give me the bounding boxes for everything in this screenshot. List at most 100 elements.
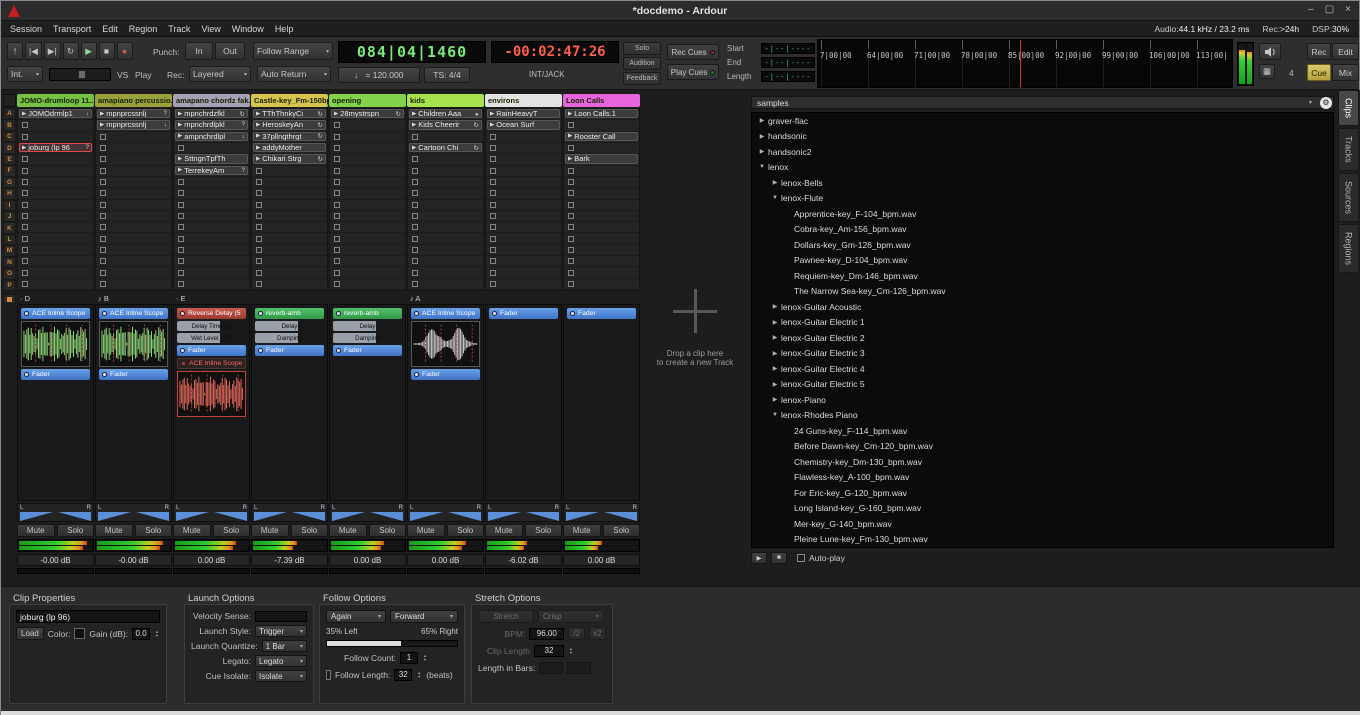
slot-stop-button[interactable] xyxy=(178,190,184,196)
sample-folder[interactable]: ▼lenox-Rhodes Piano xyxy=(752,408,1333,424)
minimize-button[interactable]: – xyxy=(1308,4,1314,15)
slot-stop-button[interactable] xyxy=(22,270,28,276)
clip-slot[interactable] xyxy=(486,245,561,256)
clip-slot[interactable] xyxy=(330,120,405,131)
clip[interactable]: ▶RainHeavyT xyxy=(487,109,560,118)
clip-play-icon[interactable]: ▶ xyxy=(256,133,260,139)
clip-slot[interactable] xyxy=(486,200,561,211)
clip-name-field[interactable]: joburg (lp 96) xyxy=(16,610,160,623)
sample-file[interactable]: The Narrow Sea-key_Cm-126_bpm.wav xyxy=(752,284,1333,300)
clip[interactable]: ▶Bark xyxy=(565,154,638,163)
slot-stop-button[interactable] xyxy=(256,281,262,287)
clip-slot[interactable] xyxy=(252,267,327,278)
fader-processor[interactable]: Fader xyxy=(411,369,480,380)
clip-slot[interactable] xyxy=(564,143,639,154)
clip-play-icon[interactable]: ▶ xyxy=(22,111,26,117)
bpm-input[interactable]: 96.00 xyxy=(529,628,564,640)
sample-folder[interactable]: ▶handsonic2 xyxy=(752,144,1333,160)
slot-stop-button[interactable] xyxy=(100,258,106,264)
clip-slot[interactable]: ▶RainHeavyT xyxy=(486,109,561,120)
slot-stop-button[interactable] xyxy=(100,179,106,185)
gain-display[interactable]: -7.39 dB xyxy=(251,554,328,566)
clip-slot[interactable] xyxy=(486,177,561,188)
clip-slot[interactable]: ▶HeroskeyAn↻ xyxy=(252,120,327,131)
clip-slot[interactable] xyxy=(96,245,171,256)
slot-stop-button[interactable] xyxy=(22,236,28,242)
clip[interactable]: ▶HeroskeyAn↻ xyxy=(253,120,326,129)
solo-button[interactable]: Solo xyxy=(57,524,95,537)
sample-file[interactable]: Dollars-key_Gm-126_bpm.wav xyxy=(752,237,1333,253)
slot-stop-button[interactable] xyxy=(490,134,496,140)
plugin-processor[interactable]: ACE Inline Scope xyxy=(177,358,246,369)
track-header[interactable]: Loon Calls xyxy=(563,94,640,107)
mute-button[interactable]: Mute xyxy=(251,524,289,537)
clip[interactable]: ▶Cartoon Chi↻ xyxy=(409,143,482,152)
follow-count-input[interactable]: 1 xyxy=(400,652,418,664)
slot-stop-button[interactable] xyxy=(100,202,106,208)
clip[interactable]: ▶mpnchrdzfkl↻ xyxy=(175,109,248,118)
fader-processor[interactable]: Fader xyxy=(177,345,246,356)
slot-stop-button[interactable] xyxy=(256,179,262,185)
feedback-indicator-button[interactable]: Feedback xyxy=(623,72,661,85)
slot-stop-button[interactable] xyxy=(334,168,340,174)
chevron-right-icon[interactable]: ▶ xyxy=(769,334,781,341)
timeline-ruler[interactable]: 7|00|0064|00|0071|00|0078|00|0085|00|009… xyxy=(817,39,1233,88)
gain-spinner[interactable] xyxy=(154,630,160,638)
mute-button[interactable]: Mute xyxy=(95,524,133,537)
clip[interactable]: ▶ampnchrdlpl↓ xyxy=(175,132,248,141)
clip-slot[interactable] xyxy=(564,177,639,188)
slot-stop-button[interactable] xyxy=(178,213,184,219)
menu-session[interactable]: Session xyxy=(5,23,47,35)
clip-play-icon[interactable]: ▶ xyxy=(100,111,104,117)
clip-slot[interactable] xyxy=(18,211,93,222)
clip-slot[interactable] xyxy=(564,188,639,199)
meter-options-button[interactable]: ▦ xyxy=(1259,64,1275,79)
clip-slot[interactable] xyxy=(330,188,405,199)
sample-file[interactable]: Pleine Lune-key_Fm-130_bpm.wav xyxy=(752,532,1333,548)
slot-stop-button[interactable] xyxy=(412,247,418,253)
crisp-dropdown[interactable]: Crisp xyxy=(538,610,604,623)
follow-left-dropdown[interactable]: Again xyxy=(326,610,386,623)
record-mode-dropdown[interactable]: Layered xyxy=(189,66,251,82)
slot-stop-button[interactable] xyxy=(100,213,106,219)
clip-slot[interactable] xyxy=(408,132,483,143)
clip-slot[interactable] xyxy=(18,279,93,290)
slot-stop-button[interactable] xyxy=(568,247,574,253)
clip-slot[interactable] xyxy=(330,166,405,177)
time-signature-button[interactable]: TS: 4/4 xyxy=(424,67,470,83)
mute-button[interactable]: Mute xyxy=(407,524,445,537)
gain-display[interactable]: 0.00 dB xyxy=(329,554,406,566)
menu-help[interactable]: Help xyxy=(270,23,299,35)
menu-window[interactable]: Window xyxy=(227,23,269,35)
slot-stop-button[interactable] xyxy=(568,258,574,264)
autoplay-checkbox[interactable] xyxy=(797,554,805,562)
clip-slot[interactable] xyxy=(96,177,171,188)
fader-processor[interactable]: Fader xyxy=(567,308,636,319)
sample-file[interactable]: Before Dawn-key_Cm-120_bpm.wav xyxy=(752,439,1333,455)
mute-button[interactable]: Mute xyxy=(563,524,601,537)
audition-indicator-button[interactable]: Audition xyxy=(623,57,661,70)
slot-stop-button[interactable] xyxy=(490,145,496,151)
clip-slot[interactable] xyxy=(486,279,561,290)
clip-slot[interactable] xyxy=(96,256,171,267)
clip-slot[interactable] xyxy=(96,200,171,211)
sample-folder[interactable]: ▼lenox-Flute xyxy=(752,191,1333,207)
solo-button[interactable]: Solo xyxy=(369,524,407,537)
clip-slot[interactable] xyxy=(252,166,327,177)
clip-slot[interactable] xyxy=(96,279,171,290)
clip-play-icon[interactable]: ▶ xyxy=(412,122,416,128)
clip-play-icon[interactable]: ▶ xyxy=(22,145,26,151)
clip-slot[interactable] xyxy=(252,245,327,256)
clip-play-icon[interactable]: ▶ xyxy=(178,167,182,173)
slot-stop-button[interactable] xyxy=(334,179,340,185)
clip[interactable]: ▶addyMother xyxy=(253,143,326,152)
clip-slot[interactable] xyxy=(18,222,93,233)
clip-slot[interactable] xyxy=(408,166,483,177)
chevron-right-icon[interactable]: ▶ xyxy=(769,381,781,388)
slot-stop-button[interactable] xyxy=(100,168,106,174)
slot-stop-button[interactable] xyxy=(178,202,184,208)
clip-slot[interactable] xyxy=(408,154,483,165)
slot-stop-button[interactable] xyxy=(256,190,262,196)
clip-slot[interactable] xyxy=(330,200,405,211)
rec-cues-button[interactable]: Rec Cues xyxy=(667,44,719,60)
